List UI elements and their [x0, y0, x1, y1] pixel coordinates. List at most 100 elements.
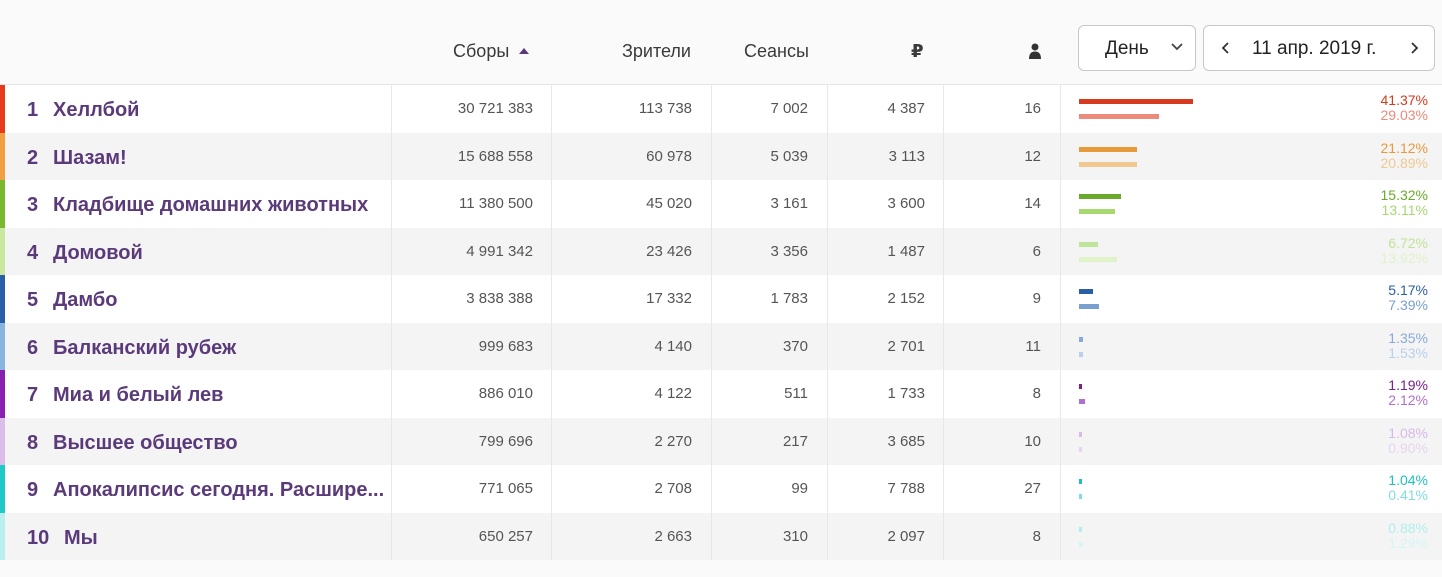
- movie-title-link[interactable]: Шазам!: [53, 147, 127, 170]
- column-divider: [551, 180, 552, 228]
- cell-gross: 4 991 342: [466, 242, 533, 260]
- table-row[interactable]: 9 Апокалипсис сегодня. Расшире... 771 065 2…: [0, 465, 1442, 513]
- viewers-share-bar: [1079, 304, 1099, 309]
- column-divider: [827, 132, 828, 180]
- column-header-gross[interactable]: Сборы: [453, 40, 530, 62]
- column-divider: [391, 465, 392, 513]
- table-row[interactable]: 1 Хеллбой 30 721 383 113 738 7 002 4 387 16 41.…: [0, 85, 1442, 133]
- chevron-right-icon[interactable]: [1406, 39, 1422, 57]
- column-header-per-session[interactable]: [1028, 43, 1042, 59]
- column-divider: [827, 322, 828, 370]
- column-header-sessions[interactable]: Сеансы: [744, 40, 809, 62]
- cell-avg: 3 113: [888, 147, 925, 165]
- column-divider: [711, 275, 712, 323]
- movie-title-link[interactable]: Балканский рубеж: [53, 337, 236, 360]
- cell-avg: 2 097: [887, 527, 925, 545]
- column-divider: [711, 370, 712, 418]
- column-divider: [711, 227, 712, 275]
- column-header-viewers[interactable]: Зрители: [622, 40, 691, 62]
- table-row[interactable]: 8 Высшее общество 799 696 2 270 217 3 685 10 1.…: [0, 417, 1442, 465]
- row-color-marker: [0, 180, 5, 228]
- column-divider: [1060, 132, 1061, 180]
- movie-title-link[interactable]: Хеллбой: [53, 99, 139, 122]
- chevron-left-icon[interactable]: [1218, 39, 1234, 57]
- row-color-marker: [0, 132, 5, 180]
- column-divider: [943, 512, 944, 560]
- movie-title-link[interactable]: Мы: [64, 527, 98, 550]
- row-color-marker: [0, 512, 5, 560]
- row-color-marker: [0, 227, 5, 275]
- cell-sessions: 3 161: [770, 195, 808, 212]
- movie-title-link[interactable]: Апокалипсис сегодня. Расшире...: [53, 479, 384, 502]
- gross-share-bar: [1079, 431, 1082, 437]
- table-row[interactable]: 10 Мы 650 257 2 663 310 2 097 8 0.88% 1.29%: [0, 512, 1442, 560]
- gross-share-percent: 1.08%: [1388, 424, 1428, 441]
- column-header-sessions-label: Сеансы: [744, 41, 809, 61]
- row-color-marker: [0, 465, 5, 513]
- column-divider: [391, 322, 392, 370]
- column-divider: [551, 85, 552, 133]
- column-divider: [391, 275, 392, 323]
- viewers-share-percent: 1.29%: [1388, 534, 1428, 551]
- cell-avg-per-session: 9: [1032, 290, 1041, 307]
- gross-share-percent: 1.19%: [1388, 377, 1428, 393]
- column-header-gross-label: Сборы: [453, 41, 510, 61]
- table-row[interactable]: 5 Дамбо 3 838 388 17 332 1 783 2 152 9 5.17% 7.3…: [0, 275, 1442, 323]
- table-row[interactable]: 3 Кладбище домашних животных 11 380 500 45 …: [0, 180, 1442, 228]
- viewers-share-bar: [1079, 541, 1083, 547]
- current-date[interactable]: 11 апр. 2019 г.: [1252, 38, 1376, 60]
- cell-viewers: 2 708: [654, 480, 692, 497]
- column-divider: [1060, 322, 1061, 370]
- column-divider: [1060, 465, 1061, 513]
- viewers-share-bar: [1079, 351, 1083, 357]
- gross-share-bar: [1079, 241, 1098, 247]
- cell-avg-per-session: 11: [1025, 337, 1041, 355]
- gross-share-bar: [1079, 479, 1082, 484]
- row-rank: 4: [27, 241, 39, 264]
- cell-sessions: 3 356: [770, 242, 808, 260]
- viewers-share-bar: [1079, 114, 1159, 119]
- viewers-share-percent: 7.39%: [1388, 297, 1428, 313]
- column-divider: [391, 370, 392, 418]
- row-color-marker: [0, 275, 5, 323]
- row-rank: 2: [27, 146, 39, 169]
- movie-title-link[interactable]: Дамбо: [53, 289, 117, 312]
- period-select[interactable]: День: [1078, 25, 1196, 71]
- cell-gross: 11 380 500: [459, 195, 533, 212]
- cell-avg: 1 733: [887, 385, 925, 402]
- table-row[interactable]: 4 Домовой 4 991 342 23 426 3 356 1 487 6 6.72% 1…: [0, 227, 1442, 275]
- column-divider: [391, 227, 392, 275]
- cell-gross: 15 688 558: [457, 147, 533, 165]
- table-row[interactable]: 6 Балканский рубеж 999 683 4 140 370 2 701 11 1…: [0, 322, 1442, 370]
- cell-sessions: 310: [782, 527, 808, 545]
- column-divider: [827, 85, 828, 133]
- cell-gross: 771 065: [478, 480, 533, 497]
- cell-gross: 30 721 383: [457, 100, 533, 117]
- column-divider: [943, 132, 944, 180]
- movie-title-link[interactable]: Высшее общество: [53, 432, 238, 455]
- column-divider: [943, 370, 944, 418]
- cell-avg-per-session: 12: [1024, 147, 1041, 165]
- gross-share-bar: [1079, 194, 1121, 199]
- cell-sessions: 7 002: [770, 100, 808, 117]
- table-row[interactable]: 7 Миа и белый лев 886 010 4 122 511 1 733 8 1.1…: [0, 370, 1442, 418]
- ruble-icon: ₽: [911, 41, 924, 61]
- column-header-avg-price[interactable]: ₽: [911, 40, 924, 62]
- cell-viewers: 2 663: [654, 527, 692, 545]
- table-row[interactable]: 2 Шазам! 15 688 558 60 978 5 039 3 113 12 21.12…: [0, 132, 1442, 180]
- cell-avg: 4 387: [887, 100, 925, 117]
- movie-title-link[interactable]: Кладбище домашних животных: [53, 194, 368, 217]
- viewers-share-bar: [1079, 399, 1085, 404]
- row-rank: 6: [27, 336, 39, 359]
- viewers-share-percent: 13.11%: [1381, 202, 1428, 218]
- row-color-marker: [0, 322, 5, 370]
- column-divider: [711, 180, 712, 228]
- movie-title-link[interactable]: Домовой: [53, 242, 143, 265]
- viewers-share-bar: [1079, 209, 1115, 214]
- movie-title-link[interactable]: Миа и белый лев: [53, 384, 223, 407]
- viewers-share-percent: 2.12%: [1388, 392, 1428, 408]
- cell-viewers: 113 738: [638, 100, 692, 117]
- cell-gross: 799 696: [478, 432, 533, 450]
- column-divider: [943, 180, 944, 228]
- gross-share-percent: 5.17%: [1388, 282, 1428, 298]
